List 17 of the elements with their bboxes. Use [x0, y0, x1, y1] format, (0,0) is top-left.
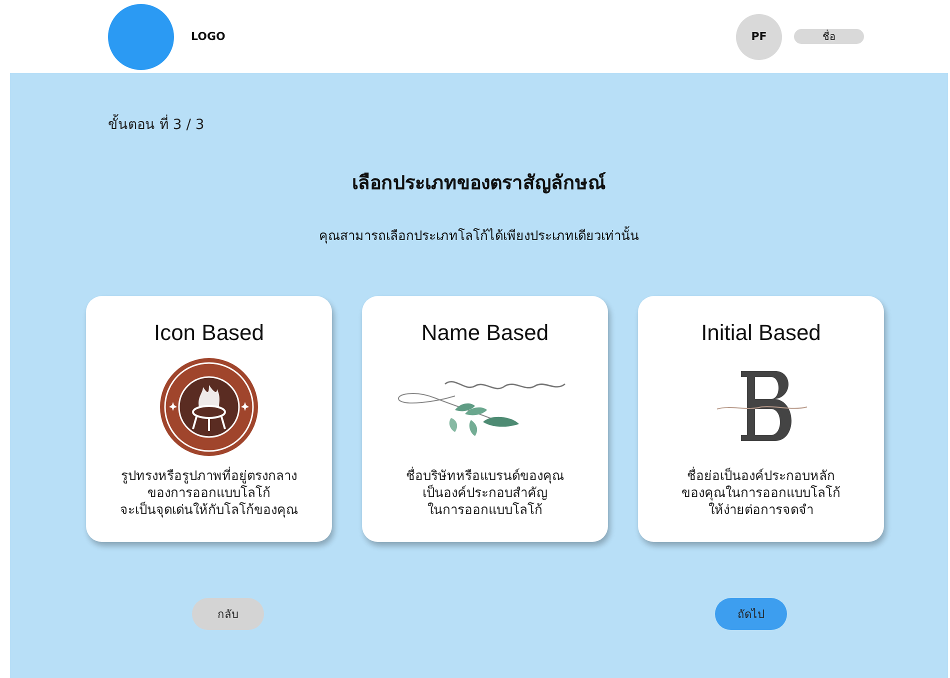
card-title: Name Based	[421, 320, 549, 346]
logo-type-card[interactable]: Name Based ชื่อบริษัทหรือแบรนด์ของคุณ เป็นองค์ประกอบสำคัญ ในการออกแบบโลโก้	[362, 296, 608, 542]
logo-type-card[interactable]: Icon Based รูปทรงหรือรูปภาพที่อยู่ตรงกลาง ของการออกแบบโลโก้ จะเป็นจุดเด่นให้กับโลโก้ของคุณ	[86, 296, 332, 542]
step-indicator: ขั้นตอน ที่ 3 / 3	[108, 113, 948, 135]
back-button[interactable]: กลับ	[192, 598, 264, 630]
next-button[interactable]: ถัดไป	[715, 598, 787, 630]
logo-type-card[interactable]: Initial Based ชื่อย่อเป็นองค์ประกอบหลัก ของคุณในการออกแบบโลโก้ ให้ง่ายต่อการจดจำ	[638, 296, 884, 542]
page-title: เลือกประเภทของตราสัญลักษณ์	[351, 171, 607, 196]
card-description: ชื่อบริษัทหรือแบรนด์ของคุณ เป็นองค์ประกอบสำคัญ ในการออกแบบโลโก้	[406, 468, 564, 519]
logo-text: LOGO	[191, 30, 226, 43]
page-subtitle: คุณสามารถเลือกประเภทโลโก้ได้เพียงประเภทเดียวเท่านั้น	[10, 225, 948, 246]
card-description: ชื่อย่อเป็นองค์ประกอบหลัก ของคุณในการออกแบบโลโก้ ให้ง่ายต่อการจดจำ	[682, 468, 840, 519]
user-name[interactable]: ชื่อ	[794, 29, 864, 44]
card-description: รูปทรงหรือรูปภาพที่อยู่ตรงกลาง ของการออกแบบโลโก้ จะเป็นจุดเด่นให้กับโลโก้ของคุณ	[120, 468, 298, 519]
avatar[interactable]: PF	[736, 14, 782, 60]
card-title: Icon Based	[154, 320, 264, 346]
card-title: Initial Based	[701, 320, 821, 346]
